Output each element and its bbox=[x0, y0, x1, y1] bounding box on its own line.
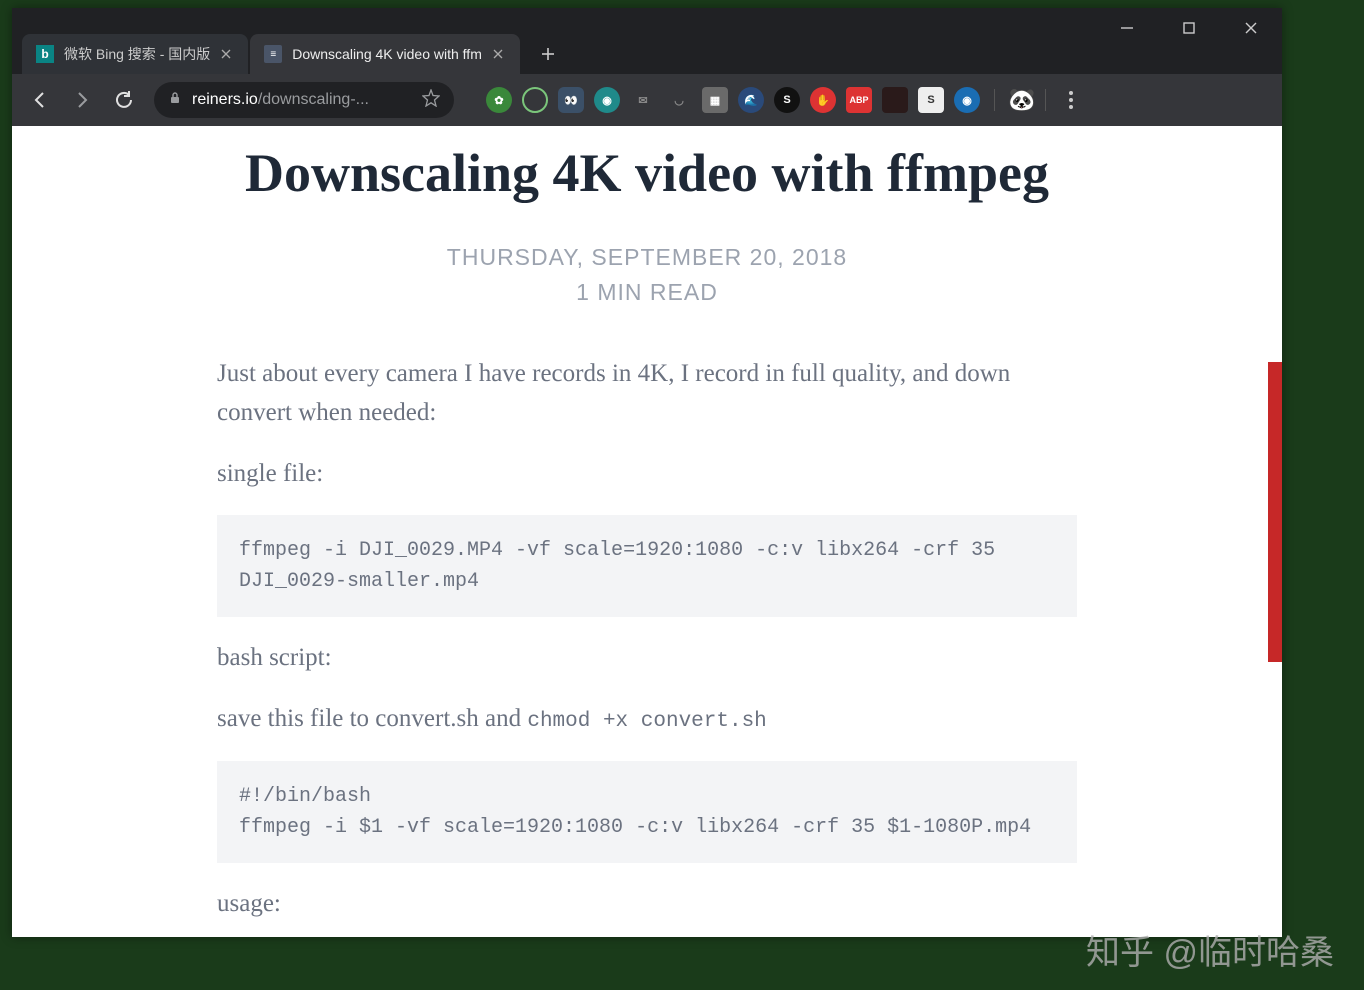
back-button[interactable] bbox=[22, 82, 58, 118]
toolbar-divider bbox=[994, 89, 995, 111]
chmod-code: chmod +x convert.sh bbox=[527, 710, 766, 733]
article-intro: Just about every camera I have records i… bbox=[217, 355, 1077, 433]
bookmark-star-icon[interactable] bbox=[422, 89, 440, 112]
save-prefix: save this file to convert.sh and bbox=[217, 705, 527, 732]
url-text: reiners.io/downscaling-... bbox=[192, 91, 412, 109]
tab-article[interactable]: ≡ Downscaling 4K video with ffm bbox=[250, 34, 520, 74]
article: Downscaling 4K video with ffmpeg THURSDA… bbox=[217, 126, 1077, 937]
tab-close-icon[interactable] bbox=[490, 46, 506, 62]
extensions-area: ✿ 👀 ◉ ✉ ◡ ▦ 🌊 S ✋ ABP S ◉ 🐼 bbox=[486, 87, 1035, 113]
tab-strip: b 微软 Bing 搜索 - 国内版 ≡ Downscaling 4K vide… bbox=[12, 26, 564, 74]
reload-button[interactable] bbox=[106, 82, 142, 118]
save-instruction: save this file to convert.sh and chmod +… bbox=[217, 700, 1077, 739]
tab-bing[interactable]: b 微软 Bing 搜索 - 国内版 bbox=[22, 34, 248, 74]
page-title: Downscaling 4K video with ffmpeg bbox=[217, 142, 1077, 204]
article-date: THURSDAY, SEPTEMBER 20, 2018 bbox=[217, 240, 1077, 275]
tab-close-icon[interactable] bbox=[218, 46, 234, 62]
abp-ext-icon[interactable]: ABP bbox=[846, 87, 872, 113]
window-controls bbox=[1096, 8, 1282, 48]
mail-ext-icon[interactable]: ✉ bbox=[630, 87, 656, 113]
browser-menu-button[interactable] bbox=[1056, 91, 1086, 109]
new-tab-button[interactable] bbox=[532, 38, 564, 70]
sb-ext-icon[interactable]: S bbox=[774, 87, 800, 113]
dark-ext-icon[interactable] bbox=[882, 87, 908, 113]
toolbar: reiners.io/downscaling-... ✿ 👀 ◉ ✉ ◡ ▦ 🌊 S ✋ ABP S… bbox=[12, 74, 1282, 126]
eyes-ext-icon[interactable]: 👀 bbox=[558, 87, 584, 113]
forward-button[interactable] bbox=[64, 82, 100, 118]
url-path: /downscaling-... bbox=[258, 91, 369, 108]
usage-label: usage: bbox=[217, 885, 1077, 924]
article-readtime: 1 MIN READ bbox=[217, 275, 1077, 310]
code-block-bash: #!/bin/bash ffmpeg -i $1 -vf scale=1920:… bbox=[217, 761, 1077, 863]
page-content[interactable]: Downscaling 4K video with ffmpeg THURSDA… bbox=[12, 126, 1282, 937]
single-file-label: single file: bbox=[217, 455, 1077, 494]
maximize-button[interactable] bbox=[1158, 8, 1220, 48]
bing-favicon-icon: b bbox=[36, 45, 54, 63]
bash-script-label: bash script: bbox=[217, 639, 1077, 678]
close-button[interactable] bbox=[1220, 8, 1282, 48]
address-bar[interactable]: reiners.io/downscaling-... bbox=[154, 82, 454, 118]
page-favicon-icon: ≡ bbox=[264, 45, 282, 63]
watermark: 知乎 @临时哈桑 bbox=[1086, 925, 1334, 974]
blue-ext-icon[interactable]: ◉ bbox=[954, 87, 980, 113]
teal-ext-icon[interactable]: ◉ bbox=[594, 87, 620, 113]
gray-ext-icon[interactable]: ▦ bbox=[702, 87, 728, 113]
minimize-button[interactable] bbox=[1096, 8, 1158, 48]
skype-ext-icon[interactable]: S bbox=[918, 87, 944, 113]
code-block-single: ffmpeg -i DJI_0029.MP4 -vf scale=1920:10… bbox=[217, 515, 1077, 617]
refresh-ext-icon[interactable] bbox=[522, 87, 548, 113]
titlebar: b 微软 Bing 搜索 - 国内版 ≡ Downscaling 4K vide… bbox=[12, 8, 1282, 74]
article-meta: THURSDAY, SEPTEMBER 20, 2018 1 MIN READ bbox=[217, 240, 1077, 309]
tab-label: 微软 Bing 搜索 - 国内版 bbox=[64, 44, 210, 64]
panda-ext-icon[interactable]: 🐼 bbox=[1009, 87, 1035, 113]
wave-ext-icon[interactable]: 🌊 bbox=[738, 87, 764, 113]
tab-label: Downscaling 4K video with ffm bbox=[292, 46, 482, 62]
toolbar-divider bbox=[1045, 89, 1046, 111]
hand-ext-icon[interactable]: ✋ bbox=[810, 87, 836, 113]
puzzle-icon[interactable]: ✿ bbox=[486, 87, 512, 113]
pocket-ext-icon[interactable]: ◡ bbox=[666, 87, 692, 113]
browser-window: b 微软 Bing 搜索 - 国内版 ≡ Downscaling 4K vide… bbox=[12, 8, 1282, 937]
url-host: reiners.io bbox=[192, 91, 258, 108]
lock-icon bbox=[168, 91, 182, 110]
scroll-indicator[interactable] bbox=[1268, 362, 1282, 662]
